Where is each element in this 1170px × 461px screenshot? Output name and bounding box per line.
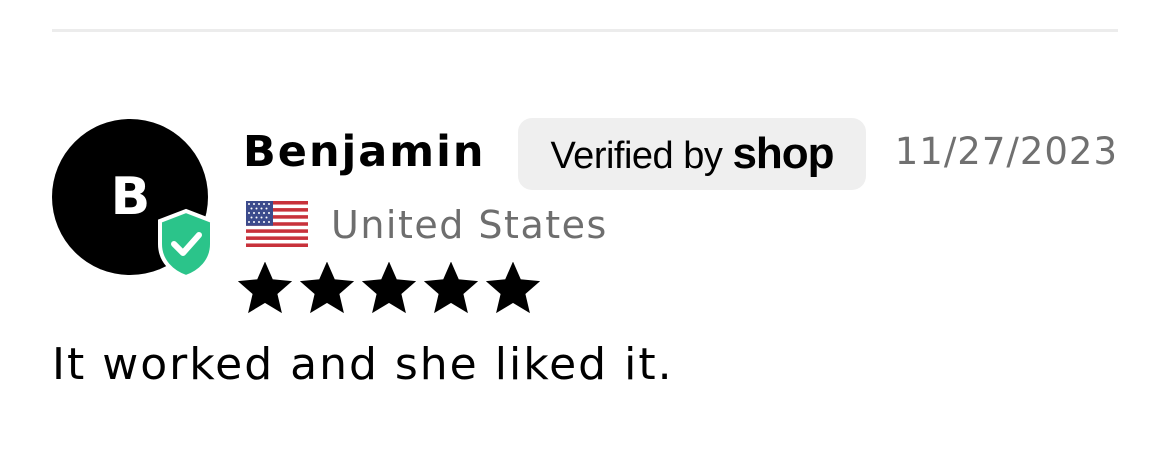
star-icon	[300, 262, 354, 316]
verified-by-label: Verified by	[550, 135, 733, 177]
verified-shield-check-icon	[155, 208, 217, 280]
star-rating	[238, 262, 540, 316]
review-date: 11/27/2023	[894, 130, 1118, 173]
star-icon	[424, 262, 478, 316]
us-flag-icon	[246, 201, 308, 247]
review-body: It worked and she liked it.	[52, 339, 674, 390]
star-icon	[362, 262, 416, 316]
verified-by-shop-text: Verified by shop	[518, 118, 866, 190]
star-icon	[486, 262, 540, 316]
reviewer-name: Benjamin	[243, 127, 486, 177]
star-icon	[238, 262, 292, 316]
reviewer-location: United States	[331, 203, 608, 247]
review-divider	[52, 29, 1118, 32]
verified-by-shop-badge: Verified by shop	[518, 118, 866, 190]
shop-brand-logo: shop	[732, 129, 834, 178]
